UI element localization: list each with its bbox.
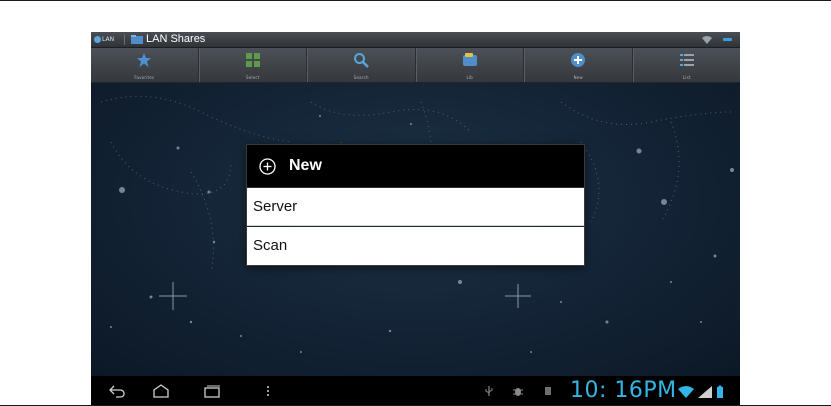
folder-icon: [131, 35, 143, 44]
action-toolbar: Favorites Select Search Lib New List: [91, 48, 740, 83]
top-rule: [0, 0, 831, 1]
app-title: LAN Shares: [146, 33, 206, 45]
toolbar-label: Lib: [466, 75, 473, 80]
debug-icon: [513, 388, 523, 396]
add-circle-icon: [571, 53, 586, 67]
status-clock: 10: 16PM: [570, 378, 677, 403]
grid-select-icon: [245, 53, 260, 67]
toolbar-select-button[interactable]: Select: [198, 48, 307, 82]
dialog-item-server[interactable]: Server: [247, 188, 584, 226]
recent-apps-icon[interactable]: [203, 384, 221, 398]
battery-icon: [717, 387, 723, 398]
app-badge-label: LAN: [102, 36, 115, 43]
title-bar: LAN LAN Shares: [91, 32, 740, 48]
sd-card-icon: [545, 387, 551, 395]
plus-circle-icon: [259, 158, 276, 175]
toolbar-search-button[interactable]: Search: [307, 48, 416, 82]
library-icon: [462, 53, 477, 66]
wifi-icon: [702, 36, 712, 44]
toolbar-label: Search: [353, 75, 369, 80]
list-icon: [679, 54, 694, 66]
toolbar-label: Select: [245, 75, 260, 80]
toolbar-favorites-button[interactable]: Favorites: [91, 48, 199, 82]
back-icon[interactable]: [108, 384, 126, 398]
toolbar-label: New: [573, 75, 583, 80]
system-navigation-bar: 10: 16PM: [91, 376, 740, 406]
toolbar-lib-button[interactable]: Lib: [415, 48, 524, 82]
dialog-header: New: [247, 145, 584, 188]
toolbar-label: Favorites: [134, 75, 155, 80]
title-separator: [124, 34, 125, 45]
signal-icon: [698, 386, 712, 398]
device-screen: LAN LAN Shares Favorites Select Search L…: [91, 32, 740, 406]
connectivity-status-icons: [678, 385, 723, 398]
home-icon[interactable]: [152, 384, 170, 398]
usb-icon: [485, 386, 493, 396]
overflow-menu-icon[interactable]: [723, 38, 732, 41]
dialog-title: New: [289, 157, 322, 174]
wifi-icon: [678, 386, 694, 398]
menu-dots-icon[interactable]: [259, 384, 277, 398]
search-icon: [354, 53, 370, 68]
star-icon: [137, 53, 152, 67]
new-dialog: New Server Scan: [247, 145, 584, 265]
lan-app-icon[interactable]: LAN: [94, 34, 114, 45]
toolbar-new-button[interactable]: New: [524, 48, 633, 82]
toolbar-list-button[interactable]: List: [632, 48, 741, 82]
toolbar-label: List: [682, 75, 691, 80]
dialog-item-scan[interactable]: Scan: [247, 227, 584, 265]
